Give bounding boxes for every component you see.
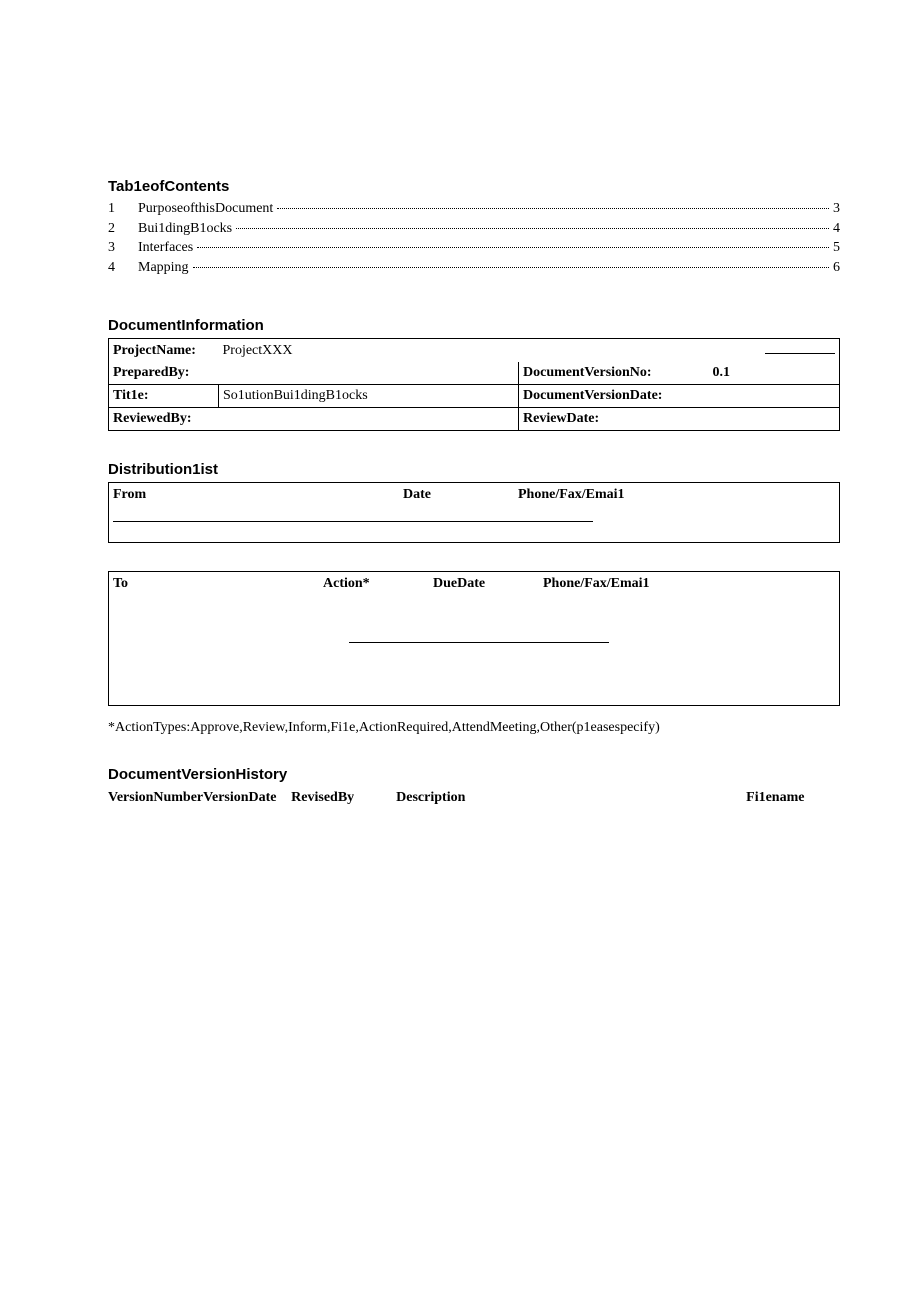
from-table: From Date Phone/Fax/Emai1 [108, 482, 840, 543]
table-of-contents: Tab1eofContents 1 PurposeofthisDocument … [108, 178, 840, 277]
toc-leader-dots [277, 208, 829, 209]
value-title: So1utionBui1dingB1ocks [219, 385, 519, 408]
label-project-name: ProjectName: [109, 339, 219, 363]
toc-leader-dots [193, 267, 829, 268]
table-header-row: From Date Phone/Fax/Emai1 [109, 483, 839, 503]
toc-page: 3 [831, 199, 840, 219]
table-row: Tit1e: So1utionBui1dingB1ocks DocumentVe… [109, 385, 840, 408]
header-phone: Phone/Fax/Emai1 [518, 487, 835, 503]
toc-page: 4 [831, 219, 840, 239]
label-review-date: ReviewDate: [519, 408, 840, 431]
version-history-header-row: VersionNumber VersionDate RevisedBy Desc… [108, 789, 840, 807]
header-from: From [113, 487, 403, 503]
spacer [109, 643, 839, 705]
table-header-row: To Action* DueDate Phone/Fax/Emai1 [109, 572, 839, 592]
docinfo-table: ProjectName: ProjectXXX PreparedBy: Docu… [108, 338, 840, 431]
table-row: ReviewedBy: ReviewDate: [109, 408, 840, 431]
document-page: Tab1eofContents 1 PurposeofthisDocument … [0, 0, 920, 907]
label-title: Tit1e: [109, 385, 219, 408]
document-information-section: DocumentInformation ProjectName: Project… [108, 317, 840, 431]
underline-field [765, 342, 835, 354]
label-prepared-by: PreparedBy: [109, 362, 519, 385]
header-action: Action* [323, 576, 433, 592]
toc-leader-dots [197, 247, 829, 248]
action-types-footnote: *ActionTypes:Approve,Review,Inform,Fi1e,… [108, 720, 840, 736]
header-phone: Phone/Fax/Emai1 [543, 576, 835, 592]
header-version-number: VersionNumber [108, 789, 203, 807]
table-row: PreparedBy: DocumentVersionNo: 0.1 [109, 362, 840, 385]
toc-title: Bui1dingB1ocks [138, 219, 234, 239]
table-row: ProjectName: ProjectXXX [109, 339, 840, 363]
label-doc-version-date: DocumentVersionDate: [519, 385, 840, 408]
label-doc-version-no: DocumentVersionNo: [519, 362, 709, 385]
toc-title: PurposeofthisDocument [138, 199, 275, 219]
empty-cell [519, 339, 709, 363]
value-doc-version-no: 0.1 [709, 362, 840, 385]
toc-list: 1 PurposeofthisDocument 3 2 Bui1dingB1oc… [108, 199, 840, 277]
toc-row: 4 Mapping 6 [108, 258, 840, 278]
header-date: Date [403, 487, 518, 503]
toc-heading: Tab1eofContents [108, 178, 840, 195]
value-project-name: ProjectXXX [219, 339, 519, 363]
toc-num: 3 [108, 238, 138, 258]
toc-page: 5 [831, 238, 840, 258]
distribution-list-section: Distribution1ist From Date Phone/Fax/Ema… [108, 461, 840, 736]
header-to: To [113, 576, 323, 592]
distribution-heading: Distribution1ist [108, 461, 840, 478]
header-revised-by: RevisedBy [291, 789, 396, 807]
toc-leader-dots [236, 228, 829, 229]
underline-cell [709, 339, 840, 363]
header-description: Description [396, 789, 746, 807]
toc-row: 3 Interfaces 5 [108, 238, 840, 258]
toc-num: 2 [108, 219, 138, 239]
version-history-section: DocumentVersionHistory VersionNumber Ver… [108, 766, 840, 807]
toc-page: 6 [831, 258, 840, 278]
label-reviewed-by: ReviewedBy: [109, 408, 519, 431]
toc-title: Mapping [138, 258, 191, 278]
to-table: To Action* DueDate Phone/Fax/Emai1 [108, 571, 840, 706]
toc-row: 1 PurposeofthisDocument 3 [108, 199, 840, 219]
docinfo-heading: DocumentInformation [108, 317, 840, 334]
header-version-date: VersionDate [203, 789, 291, 807]
header-filename: Fi1ename [746, 789, 840, 807]
toc-num: 1 [108, 199, 138, 219]
spacer [109, 522, 839, 542]
toc-title: Interfaces [138, 238, 195, 258]
version-history-heading: DocumentVersionHistory [108, 766, 840, 783]
toc-row: 2 Bui1dingB1ocks 4 [108, 219, 840, 239]
toc-num: 4 [108, 258, 138, 278]
header-due: DueDate [433, 576, 543, 592]
